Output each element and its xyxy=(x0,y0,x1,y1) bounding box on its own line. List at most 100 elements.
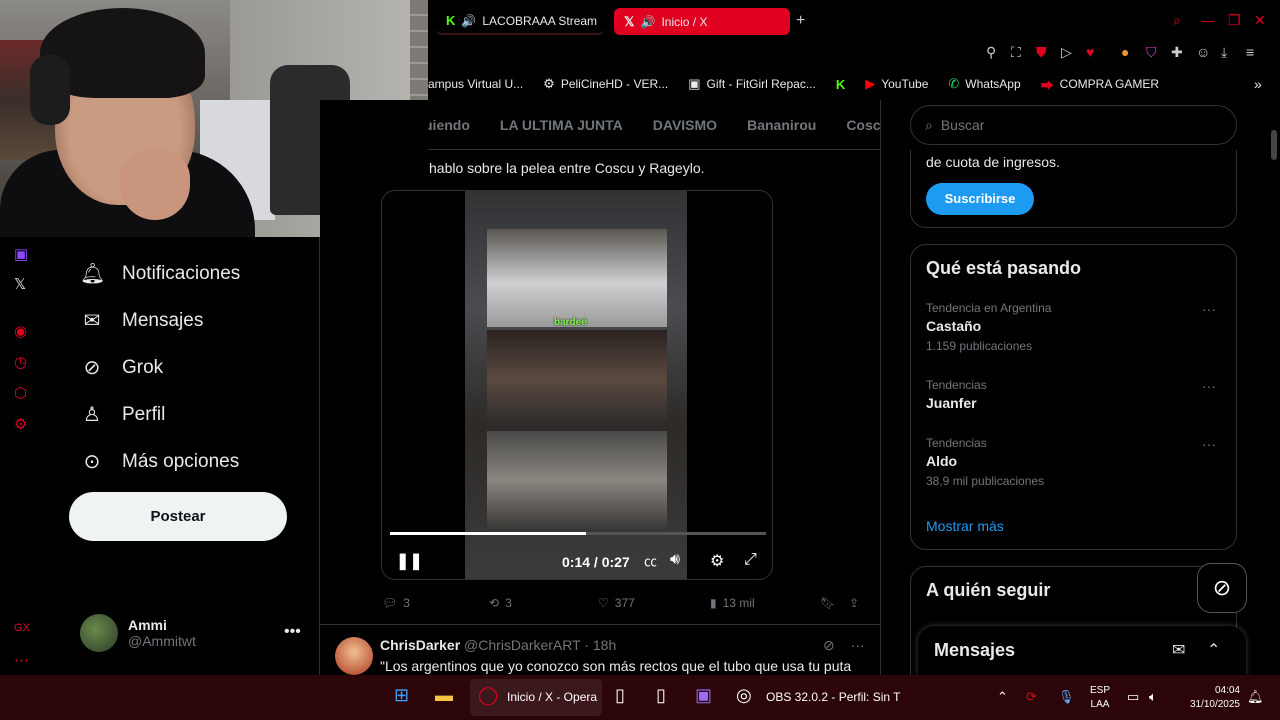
view-count: 13 mil xyxy=(722,596,755,610)
account-more-icon[interactable]: ••• xyxy=(284,623,301,641)
language-indicator[interactable]: ESP LAA xyxy=(1090,684,1110,712)
close-icon[interactable]: ✕ xyxy=(1254,12,1266,29)
opera-gx-icon[interactable]: ◯ xyxy=(478,685,498,706)
search-icon[interactable]: ⌕ xyxy=(1173,12,1181,29)
heart-icon[interactable]: ♥ xyxy=(1086,44,1094,60)
new-message-icon[interactable]: ✉ xyxy=(1172,640,1185,660)
document-icon[interactable]: ▯ xyxy=(656,685,666,706)
maximize-icon[interactable]: ❐ xyxy=(1228,12,1241,29)
nav-mensajes[interactable]: ✉ Mensajes xyxy=(80,308,204,333)
scrollbar-thumb[interactable] xyxy=(1271,130,1277,160)
volume-icon[interactable]: 🔊︎ xyxy=(670,551,680,569)
more-icon[interactable]: ··· xyxy=(1202,301,1216,317)
notification-bell-icon[interactable]: 🔔︎ xyxy=(1247,689,1264,705)
tab-bananirou[interactable]: Bananirou xyxy=(747,117,816,133)
clock[interactable]: 04:04 31/10/2025 xyxy=(1180,684,1240,712)
tab-inicio-x[interactable]: 𝕏 🔊 Inicio / X xyxy=(614,8,790,35)
trend-item[interactable]: Tendencias Juanfer ··· xyxy=(926,378,1226,411)
extension-avatar-icon[interactable]: ● xyxy=(1121,44,1129,60)
more-icon[interactable]: ··· xyxy=(1202,436,1216,452)
kick-icon: K xyxy=(446,13,456,28)
tab-coscu[interactable]: Cosc xyxy=(846,117,880,133)
share-icon[interactable]: ⇪ xyxy=(849,596,859,610)
play-icon[interactable]: ▷ xyxy=(1061,44,1072,61)
bookmarks-overflow-icon[interactable]: » xyxy=(1254,76,1262,92)
trend-item[interactable]: Tendencia en Argentina Castaño 1.159 pub… xyxy=(926,301,1226,353)
tweet-author-handle[interactable]: @ChrisDarkerART xyxy=(464,637,580,653)
account-switcher[interactable]: Ammi @Ammitwt xyxy=(80,614,196,652)
x-logo-icon[interactable]: 𝕏 xyxy=(14,275,26,293)
settings-icon[interactable]: ⚙ xyxy=(710,551,724,571)
like-button[interactable]: ♡ 377 xyxy=(598,596,635,610)
bookmark-fitgirl[interactable]: ▣ Gift - FitGirl Repac... xyxy=(688,76,816,92)
history-icon[interactable]: ◷ xyxy=(14,353,27,371)
expand-icon[interactable]: ⌃ xyxy=(1207,640,1220,660)
bookmark-compragamer[interactable]: ⮕ COMPRA GAMER xyxy=(1041,75,1159,94)
more-icon[interactable]: ··· xyxy=(851,637,865,653)
more-icon[interactable]: ··· xyxy=(1202,378,1216,394)
trend-item[interactable]: Tendencias Aldo 38,9 mil publicaciones ·… xyxy=(926,436,1226,488)
file-explorer-icon[interactable]: ▬ xyxy=(435,685,453,706)
bookmark-pelicinehd[interactable]: ⚙ PeliCineHD - VER... xyxy=(543,76,668,92)
player-icon[interactable]: ◉ xyxy=(14,322,27,340)
trend-context: Tendencias xyxy=(926,378,987,392)
shield-icon[interactable]: ⛊ xyxy=(1036,44,1047,61)
pause-icon[interactable]: ❚❚ xyxy=(396,551,423,571)
messages-drawer[interactable]: Mensajes ✉ ⌃ xyxy=(918,626,1246,676)
tab-la-ultima-junta[interactable]: LA ULTIMA JUNTA xyxy=(500,117,623,133)
bookmark-whatsapp[interactable]: ✆ WhatsApp xyxy=(948,76,1020,92)
gx-icon[interactable]: GX xyxy=(14,622,30,634)
more-icon[interactable]: ⋯ xyxy=(14,651,29,669)
bookmark-campus[interactable]: ampus Virtual U... xyxy=(428,77,523,91)
windows-start-icon[interactable]: ⊞ xyxy=(394,685,409,706)
grok-fab-button[interactable]: ⊘ xyxy=(1197,563,1247,613)
chevron-up-icon[interactable]: ⌃ xyxy=(997,689,1008,705)
pin-icon[interactable]: ⚲ xyxy=(986,44,996,61)
extensions-icon[interactable]: ⬡ xyxy=(14,384,27,402)
repost-button[interactable]: ⟲ 3 xyxy=(489,596,512,610)
twitch-icon[interactable]: ▣ xyxy=(14,245,28,263)
vpn-icon[interactable]: ⛉ xyxy=(1146,44,1157,61)
post-button[interactable]: Postear xyxy=(69,492,287,541)
nav-grok[interactable]: ⊘ Grok xyxy=(80,355,164,380)
speaker-icon[interactable]: 🔈︎ xyxy=(1149,689,1157,705)
minimize-icon[interactable]: — xyxy=(1201,12,1215,28)
fullscreen-icon[interactable]: ⤢ xyxy=(744,551,757,569)
avatar[interactable] xyxy=(335,637,373,675)
nav-mas-opciones[interactable]: ⊙ Más opciones xyxy=(80,449,240,474)
download-icon[interactable]: ⤓ xyxy=(1221,44,1227,61)
gx-app-icon[interactable]: ▣ xyxy=(695,685,712,706)
nav-perfil[interactable]: ♙ Perfil xyxy=(80,402,165,427)
sync-icon[interactable]: ⟳ xyxy=(1026,689,1037,705)
taskbar-obs-label[interactable]: OBS 32.0.2 - Perfil: Sin T xyxy=(766,690,901,704)
bookmark-kick[interactable]: K xyxy=(836,77,845,92)
video-progress-bar[interactable] xyxy=(390,532,766,535)
network-icon[interactable]: ▭ xyxy=(1127,689,1139,705)
taskbar-opera-label[interactable]: Inicio / X - Opera xyxy=(507,690,597,704)
tab-davismo[interactable]: DAVISMO xyxy=(653,117,717,133)
captions-icon[interactable]: ㏄ xyxy=(644,551,657,570)
new-tab-button[interactable]: + xyxy=(796,12,805,30)
snapshot-icon[interactable]: ⛶ xyxy=(1011,44,1021,61)
document-icon[interactable]: ▯ xyxy=(615,685,625,706)
account-icon[interactable]: ☺ xyxy=(1196,44,1210,60)
grok-icon[interactable]: ⊘ xyxy=(823,637,835,653)
reply-button[interactable]: 💬︎ 3 xyxy=(382,596,410,610)
tweet-author-name[interactable]: ChrisDarker xyxy=(380,637,460,653)
menu-icon[interactable]: ≡ xyxy=(1246,44,1254,60)
extensions-icon[interactable]: ✚ xyxy=(1171,44,1183,61)
subscribe-button[interactable]: Suscribirse xyxy=(926,183,1034,215)
bookmark-youtube[interactable]: ▶ YouTube xyxy=(865,76,928,92)
tab-siguiendo[interactable]: uiendo xyxy=(428,117,470,133)
views-button[interactable]: ▮ 13 mil xyxy=(710,596,755,610)
show-more-link[interactable]: Mostrar más xyxy=(926,518,1004,534)
settings-icon[interactable]: ⚙ xyxy=(14,415,27,433)
search-input[interactable]: ⌕ Buscar xyxy=(910,105,1237,145)
obs-icon[interactable]: ◎ xyxy=(736,685,752,706)
bookmark-icon[interactable]: 🔖︎ xyxy=(820,596,835,610)
video-player[interactable]: bardeé ❚❚ 0:14 / 0:27 ㏄ 🔊︎ ⚙ ⤢ xyxy=(381,190,773,580)
nav-notificaciones[interactable]: 🔔︎ Notificaciones xyxy=(80,261,240,286)
page-scrollbar[interactable] xyxy=(1268,100,1280,675)
microphone-icon[interactable]: 🎙︎ xyxy=(1058,689,1075,705)
tab-lacobraaa[interactable]: K 🔊 LACOBRAAA Stream xyxy=(436,8,604,35)
